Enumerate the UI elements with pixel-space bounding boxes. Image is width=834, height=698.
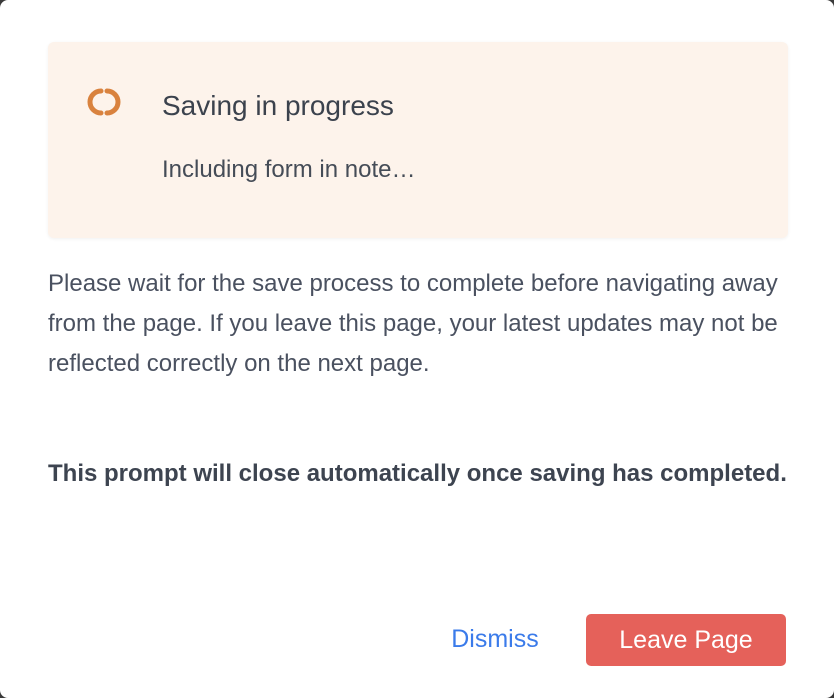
dialog-message: Please wait for the save process to comp… — [48, 270, 778, 377]
loading-spinner-icon — [87, 88, 121, 116]
leave-page-button[interactable]: Leave Page — [586, 614, 786, 666]
status-subtitle: Including form in note… — [162, 156, 416, 183]
save-progress-dialog: Saving in progress Including form in not… — [0, 0, 834, 698]
saving-status-card — [48, 42, 788, 238]
status-title: Saving in progress — [162, 90, 394, 121]
auto-close-note: This prompt will close automatically onc… — [48, 460, 787, 487]
dismiss-button[interactable]: Dismiss — [436, 614, 554, 664]
